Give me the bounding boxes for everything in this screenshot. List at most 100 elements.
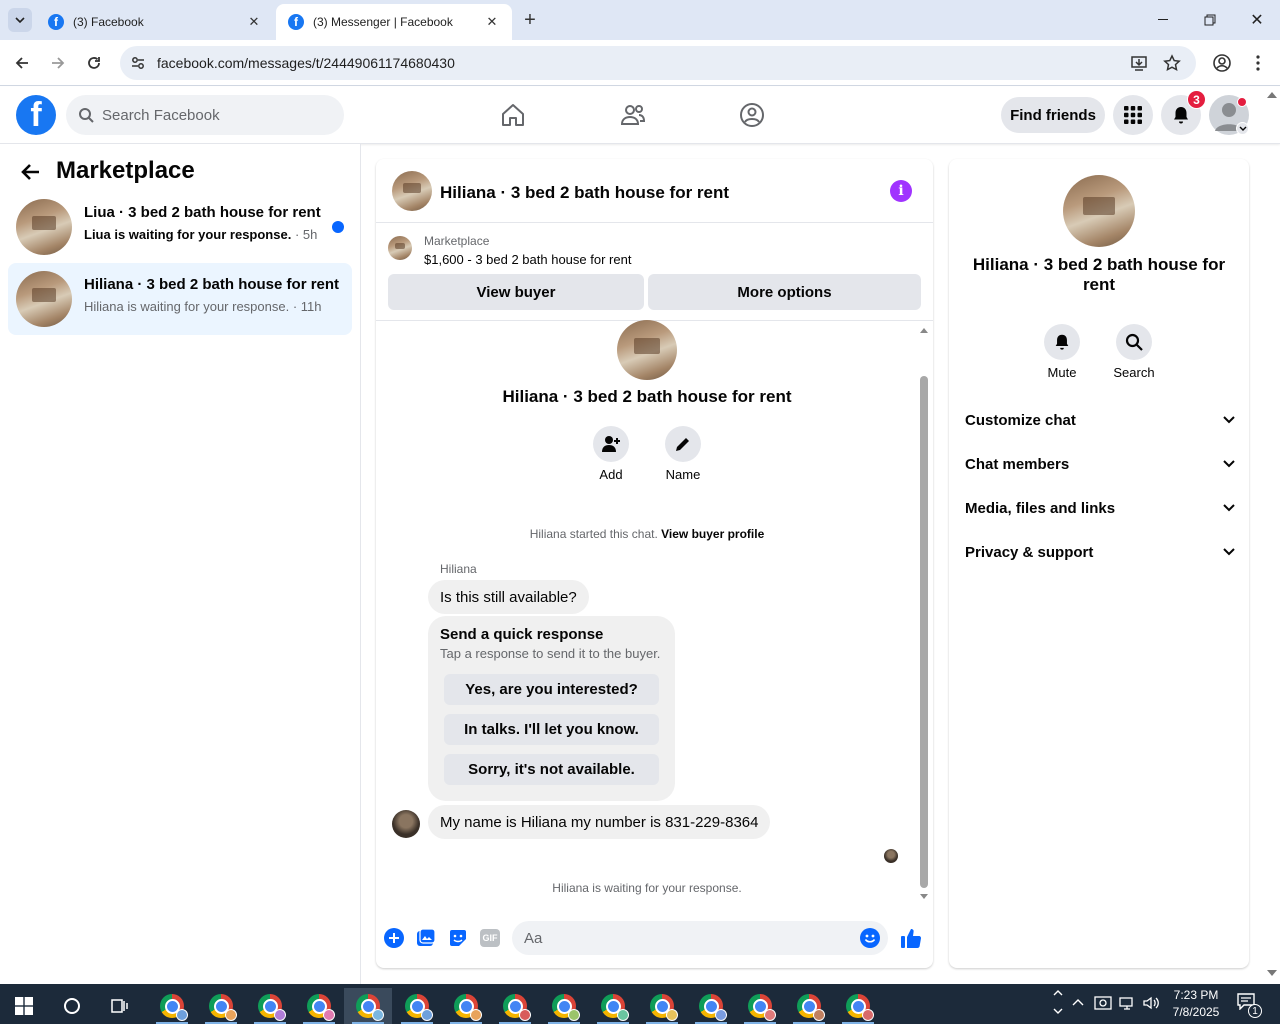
new-tab-button[interactable]: + <box>518 8 542 32</box>
taskbar-chrome-window[interactable] <box>446 988 486 1024</box>
profile-button[interactable] <box>1208 49 1236 77</box>
photo-icon[interactable] <box>416 928 436 948</box>
taskbar-search-button[interactable] <box>52 988 92 1024</box>
clock-time[interactable]: 7:23 PM <box>1166 988 1226 1002</box>
plus-icon <box>389 933 399 943</box>
browser-menu-button[interactable] <box>1244 49 1272 77</box>
menu-button[interactable] <box>1113 95 1153 135</box>
sender-avatar[interactable] <box>392 810 420 838</box>
close-icon[interactable]: ✕ <box>484 14 500 30</box>
taskbar-chrome-window[interactable] <box>201 988 241 1024</box>
tab-facebook[interactable]: f (3) Facebook ✕ <box>36 4 274 40</box>
gif-icon[interactable]: GIF <box>480 929 500 947</box>
address-bar[interactable]: facebook.com/messages/t/2444906117468043… <box>120 46 1196 80</box>
accordion-chat-members[interactable]: Chat members <box>965 452 1235 476</box>
account-circle-icon <box>1213 54 1231 72</box>
sticker-icon[interactable] <box>448 928 468 948</box>
info-avatar[interactable] <box>1063 175 1135 247</box>
task-view-button[interactable] <box>100 988 140 1024</box>
message-bubble[interactable]: My name is Hiliana my number is 831-229-… <box>428 805 771 839</box>
taskbar-chrome-window[interactable] <box>397 988 437 1024</box>
search-icon <box>1125 333 1143 351</box>
thumbs-up-icon[interactable] <box>900 927 922 949</box>
meet-now-icon[interactable] <box>1094 995 1112 1011</box>
taskbar-chrome-window[interactable] <box>691 988 731 1024</box>
emoji-icon[interactable] <box>860 928 880 948</box>
notification-badge: 3 <box>1187 90 1206 109</box>
more-options-button[interactable]: More options <box>648 274 921 310</box>
mute-button[interactable] <box>1044 324 1080 360</box>
view-buyer-button[interactable]: View buyer <box>388 274 644 310</box>
taskbar-chrome-window[interactable] <box>152 988 192 1024</box>
window-close-button[interactable]: ✕ <box>1245 8 1269 32</box>
page-scroll-down-icon[interactable] <box>1267 970 1277 977</box>
friends-icon <box>620 105 646 125</box>
close-icon[interactable]: ✕ <box>246 14 262 30</box>
chat-avatar[interactable] <box>392 171 432 211</box>
minimize-button[interactable] <box>1152 8 1176 32</box>
taskbar-chrome-window[interactable] <box>250 988 290 1024</box>
nav-home[interactable] <box>497 99 529 131</box>
scroll-down-icon[interactable] <box>920 894 928 900</box>
taskbar-chrome-window[interactable] <box>544 988 584 1024</box>
accordion-media-files-links[interactable]: Media, files and links <box>965 496 1235 520</box>
view-buyer-profile-link[interactable]: View buyer profile <box>661 527 764 541</box>
bookmark-star-icon[interactable] <box>1163 54 1181 72</box>
account-chevron[interactable] <box>1236 122 1249 135</box>
scrollbar-thumb[interactable] <box>920 376 928 888</box>
forward-button[interactable] <box>44 49 72 77</box>
search-input[interactable]: Search Facebook <box>66 95 344 135</box>
taskbar-chrome-window-active[interactable] <box>344 988 392 1024</box>
tab-messenger[interactable]: f (3) Messenger | Facebook ✕ <box>276 4 512 40</box>
action-center-button[interactable]: 1 <box>1236 992 1262 1018</box>
chat-title[interactable]: Hiliana · 3 bed 2 bath house for rent <box>440 183 729 203</box>
edit-name-button[interactable] <box>665 426 701 462</box>
message-bubble[interactable]: Is this still available? <box>428 580 589 614</box>
add-member-button[interactable] <box>593 426 629 462</box>
quick-response-title: Send a quick response <box>440 626 604 643</box>
info-icon[interactable]: i <box>890 180 912 202</box>
show-hidden-icons-icon[interactable] <box>1072 998 1084 1006</box>
scroll-up-icon[interactable] <box>920 327 928 333</box>
tab-search-button[interactable] <box>8 8 32 32</box>
back-button[interactable] <box>20 161 44 185</box>
volume-icon[interactable] <box>1142 995 1160 1011</box>
more-actions-button[interactable] <box>384 928 404 948</box>
taskbar-chrome-window[interactable] <box>789 988 829 1024</box>
accordion-customize-chat[interactable]: Customize chat <box>965 408 1235 432</box>
network-icon[interactable] <box>1118 995 1136 1011</box>
listing-thumbnail <box>16 271 72 327</box>
site-settings-icon[interactable] <box>130 55 146 71</box>
taskbar-chrome-window[interactable] <box>593 988 633 1024</box>
facebook-logo-icon[interactable]: f <box>16 95 56 135</box>
taskbar-chrome-window[interactable] <box>740 988 780 1024</box>
accordion-privacy-support[interactable]: Privacy & support <box>965 540 1235 564</box>
reload-button[interactable] <box>80 49 108 77</box>
taskbar-chrome-window[interactable] <box>642 988 682 1024</box>
quick-response-option[interactable]: Yes, are you interested? <box>444 674 659 705</box>
message-input[interactable]: Aa <box>512 921 888 955</box>
find-friends-button[interactable]: Find friends <box>1001 97 1105 133</box>
start-button[interactable] <box>4 988 44 1024</box>
conversation-item-selected[interactable]: Hiliana · 3 bed 2 bath house for rent Hi… <box>8 263 352 335</box>
taskbar-chrome-window[interactable] <box>495 988 535 1024</box>
mute-label: Mute <box>1047 365 1077 380</box>
clock-date[interactable]: 7/8/2025 <box>1166 1005 1226 1019</box>
conversation-item[interactable]: Liua · 3 bed 2 bath house for rent Liua … <box>8 191 352 263</box>
chrome-icon <box>699 994 727 1021</box>
chat-scrollbar[interactable] <box>918 323 930 903</box>
back-button[interactable] <box>8 49 36 77</box>
page-scroll-up-icon[interactable] <box>1267 91 1277 98</box>
nav-groups[interactable] <box>736 99 768 131</box>
quick-response-option[interactable]: Sorry, it's not available. <box>444 754 659 785</box>
accordion-label: Media, files and links <box>965 499 1116 517</box>
taskbar-scroll[interactable] <box>1050 986 1066 1022</box>
taskbar-chrome-window[interactable] <box>299 988 339 1024</box>
taskbar-chrome-window[interactable] <box>838 988 878 1024</box>
chrome-icon <box>846 994 874 1021</box>
install-app-icon[interactable] <box>1130 54 1148 72</box>
restore-button[interactable] <box>1198 8 1222 32</box>
quick-response-option[interactable]: In talks. I'll let you know. <box>444 714 659 745</box>
nav-friends[interactable] <box>617 99 649 131</box>
search-in-chat-button[interactable] <box>1116 324 1152 360</box>
